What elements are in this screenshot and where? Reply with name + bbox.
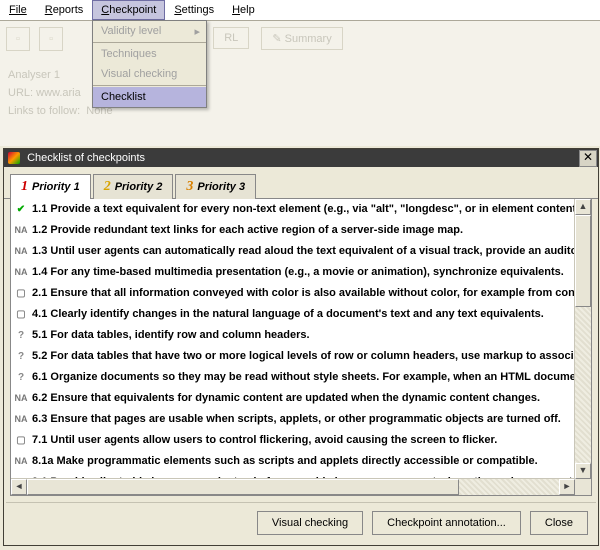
status-icon: ▢ (13, 495, 29, 496)
menu-settings[interactable]: Settings (165, 0, 223, 20)
tab-priority-3[interactable]: 3Priority 3 (175, 174, 256, 199)
status-icon: NA (13, 243, 29, 260)
status-icon: ✔ (13, 201, 29, 218)
status-icon: ? (13, 327, 29, 344)
scroll-down-icon[interactable]: ▼ (575, 463, 591, 479)
tab-priority-1[interactable]: 1Priority 1 (10, 174, 91, 199)
checkpoint-row[interactable]: ? 5.2 For data tables that have two or m… (11, 346, 575, 367)
status-icon: ▢ (13, 285, 29, 302)
toolbar-btn-1: ▫ (6, 27, 30, 51)
app-logo-icon (8, 152, 20, 164)
background-toolbar: ▫ ▫ RL ✎ Summary Analyser 1 URL: www.ari… (0, 21, 600, 146)
status-icon: ▢ (13, 432, 29, 449)
checkpoint-row[interactable]: NA 1.4 For any time-based multimedia pre… (11, 262, 575, 283)
scroll-thumb-h[interactable] (27, 479, 459, 495)
status-icon: NA (13, 390, 29, 407)
status-icon: ? (13, 348, 29, 365)
close-icon[interactable]: ✕ (579, 150, 597, 167)
checkpoint-row[interactable]: NA 1.2 Provide redundant text links for … (11, 220, 575, 241)
visual-checking-button[interactable]: Visual checking (257, 511, 363, 535)
priority-tabs: 1Priority 1 2Priority 2 3Priority 3 (4, 167, 598, 199)
checkpoint-dropdown: Validity level Techniques Visual checkin… (92, 20, 207, 108)
scroll-corner (575, 479, 591, 495)
checkpoint-row[interactable]: ▢ 4.1 Clearly identify changes in the na… (11, 304, 575, 325)
horizontal-scrollbar[interactable]: ◄ ► (11, 478, 575, 495)
button-bar: Visual checking Checkpoint annotation...… (6, 502, 596, 543)
status-icon: ? (13, 369, 29, 386)
status-icon: NA (13, 411, 29, 428)
checkpoint-row[interactable]: ▢ 7.1 Until user agents allow users to c… (11, 430, 575, 451)
menuitem-techniques[interactable]: Techniques (93, 44, 206, 64)
ghost-summary-button: ✎ Summary (261, 27, 342, 50)
menu-reports[interactable]: Reports (36, 0, 93, 20)
status-icon: NA (13, 264, 29, 281)
checkpoint-row[interactable]: ✔ 1.1 Provide a text equivalent for ever… (11, 199, 575, 220)
status-icon: NA (13, 222, 29, 239)
tab-priority-2[interactable]: 2Priority 2 (93, 174, 174, 199)
checkpoint-row[interactable]: ? 6.1 Organize documents so they may be … (11, 367, 575, 388)
checkpoint-row[interactable]: NA 8.1a Make programmatic elements such … (11, 451, 575, 472)
menu-separator (93, 42, 206, 43)
menuitem-checklist[interactable]: Checklist (93, 87, 206, 107)
ghost-rl-button: RL (213, 27, 249, 49)
vertical-scrollbar[interactable]: ▲ ▼ (574, 199, 591, 479)
close-button[interactable]: Close (530, 511, 588, 535)
checkpoint-row[interactable]: ? 5.1 For data tables, identify row and … (11, 325, 575, 346)
scroll-thumb[interactable] (575, 215, 591, 307)
status-icon: ▢ (13, 306, 29, 323)
scroll-left-icon[interactable]: ◄ (11, 479, 27, 495)
checkpoint-list: ✔ 1.1 Provide a text equivalent for ever… (10, 199, 592, 496)
scroll-right-icon[interactable]: ► (559, 479, 575, 495)
checklist-window: Checklist of checkpoints ✕ 1Priority 1 2… (3, 148, 599, 546)
menuitem-visual-checking[interactable]: Visual checking (93, 64, 206, 84)
checkpoint-row[interactable]: ▢ 2.1 Ensure that all information convey… (11, 283, 575, 304)
menu-file[interactable]: File (0, 0, 36, 20)
window-title: Checklist of checkpoints (27, 152, 145, 164)
checkpoint-row[interactable]: NA 6.2 Ensure that equivalents for dynam… (11, 388, 575, 409)
menu-separator (93, 85, 206, 86)
checkpoint-row[interactable]: NA 6.3 Ensure that pages are usable when… (11, 409, 575, 430)
menu-help[interactable]: Help (223, 0, 264, 20)
menubar: File Reports Checkpoint Settings Help (0, 0, 600, 21)
status-icon: NA (13, 453, 29, 470)
menuitem-validity-level[interactable]: Validity level (93, 21, 206, 41)
checkpoint-row[interactable]: NA 1.3 Until user agents can automatical… (11, 241, 575, 262)
checkpoint-annotation-button[interactable]: Checkpoint annotation... (372, 511, 521, 535)
menu-checkpoint[interactable]: Checkpoint (92, 0, 165, 20)
scroll-up-icon[interactable]: ▲ (575, 199, 591, 215)
toolbar-btn-2: ▫ (39, 27, 63, 51)
checklist-titlebar[interactable]: Checklist of checkpoints ✕ (4, 149, 598, 167)
